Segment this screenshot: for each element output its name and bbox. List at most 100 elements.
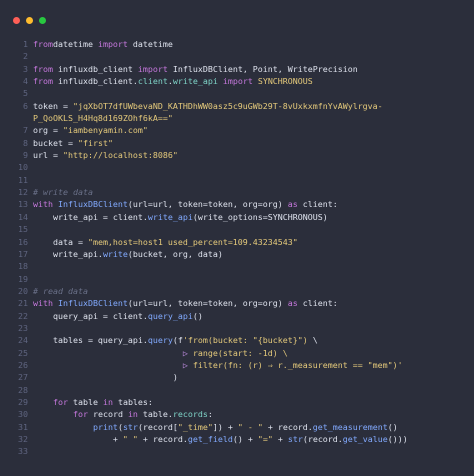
code-line: 13 with InfluxDBClient(url=url, token=tok… [0,198,474,210]
line-number: 11 [18,174,28,185]
code-token: record [87,409,128,420]
code-token: ) [33,372,178,383]
line-number: 8 [23,137,28,148]
code-token: () [192,310,203,321]
code-line: 5 [0,87,474,99]
line-number: 32 [18,434,28,444]
code-line: 30 for record in table.records: [0,408,474,420]
code-line: 33 [0,445,474,457]
line-number: 23 [18,322,28,333]
line-number: 14 [18,211,28,222]
code-text: org = "iambenyamin.com" [33,124,148,136]
code-line: 8 bucket = "first" [0,137,474,149]
code-token: filter(fn: (r) ⇒ r._measurement == "mem"… [187,359,403,370]
code-token: "first" [77,137,113,148]
code-text: from influxdb_client.client.write_api im… [33,75,313,87]
code-token: ]) + [212,421,238,432]
code-token: (url=url, token=token, org=org) [127,298,288,309]
code-line: 1 fromdatetime import datetime [0,38,474,50]
code-token: print [92,421,118,432]
line-number: 22 [18,310,28,321]
code-token: import [137,63,168,74]
code-token: for [72,409,88,420]
code-token: get_value [342,434,388,444]
code-line: 10 [0,161,474,173]
code-token: write_api [147,211,193,222]
code-text: ) [33,371,178,383]
code-token: influxdb_client. [52,76,138,87]
minimize-window-icon[interactable] [26,17,33,24]
code-line: 11 [0,174,474,186]
code-token: write_api [172,76,218,87]
line-number: 28 [18,384,28,395]
code-text: P_QoOKLS_H4Hq8d169ZOhf6kA==" [33,112,173,124]
line-number: 15 [18,224,28,235]
code-token: datetime [132,39,173,49]
code-line: 18 [0,260,474,272]
code-token: " - " [237,421,263,432]
code-text: + " " + record.get_field() + "=" + str(r… [33,433,408,445]
code-token: bucket = [33,137,78,148]
code-line: 25 ▷ range(start: -1d) \ [0,347,474,359]
line-number: 3 [23,63,28,74]
code-text: # read data [33,285,88,297]
code-token: org = [33,125,63,136]
code-token: influxdb_client [52,63,138,74]
line-number: 5 [23,88,28,99]
line-number: 20 [18,285,28,296]
code-token: tables = query_api. [33,335,148,346]
code-token: as [287,199,298,210]
code-token: "_time" [177,421,213,432]
code-token: (write_options=SYNCHRONOUS) [192,211,328,222]
code-text: ▷ filter(fn: (r) ⇒ r._measurement == "me… [33,359,403,371]
code-token: get_measurement [312,421,388,432]
code-token: query_api [147,310,193,321]
code-token: \ [307,335,318,346]
code-token: # write data [33,187,93,198]
code-text: write_api.write(bucket, org, data) [33,248,223,260]
code-token: + record. [262,421,313,432]
code-token: table [67,396,103,407]
code-text: print(str(record["_time"]) + " - " + rec… [33,421,398,433]
code-token: as [287,298,298,309]
line-number: 24 [18,335,28,346]
code-text: # write data [33,186,93,198]
code-token: " " [122,434,138,444]
line-number: 27 [18,372,28,383]
line-number: 31 [18,421,28,432]
code-token: client: [297,199,338,210]
line-number: 29 [18,396,28,407]
code-token: 'from(bucket: "{bucket}") [182,335,308,346]
code-window: 1 fromdatetime import datetime 2 3 from infl… [0,0,474,476]
close-window-icon[interactable] [13,17,20,24]
code-token: write_api = client. [33,211,148,222]
line-number: 21 [18,298,28,309]
maximize-window-icon[interactable] [39,17,46,24]
code-token: : [207,409,213,420]
code-line: 22 query_api = client.query_api() [0,310,474,322]
code-token: InfluxDBClient, Point, WritePrecision [167,63,358,74]
code-token: from [33,63,53,74]
code-token: str [287,434,303,444]
code-token: client [137,76,168,87]
code-token: from [33,76,53,87]
code-token: # read data [33,285,88,296]
code-text: query_api = client.query_api() [33,310,203,322]
code-token: write_api. [33,248,103,259]
line-number: 33 [18,446,28,457]
code-token: P_QoOKLS_H4Hq8d169ZOhf6kA==" [33,113,173,124]
code-editor[interactable]: 1 fromdatetime import datetime 2 3 from infl… [0,38,474,458]
code-token: get_field [187,434,233,444]
code-line: 12 # write data [0,186,474,198]
code-line: 27 ) [0,371,474,383]
code-token: + record. [137,434,188,444]
code-token: "mem,host=host1 used_percent=109.4323454… [87,236,298,247]
code-token: (url=url, token=token, org=org) [127,199,288,210]
code-line: 23 [0,322,474,334]
code-token: (record. [302,434,343,444]
code-token: (record[ [137,421,178,432]
code-token: (bucket, org, data) [127,248,223,259]
code-token: query [147,335,173,346]
